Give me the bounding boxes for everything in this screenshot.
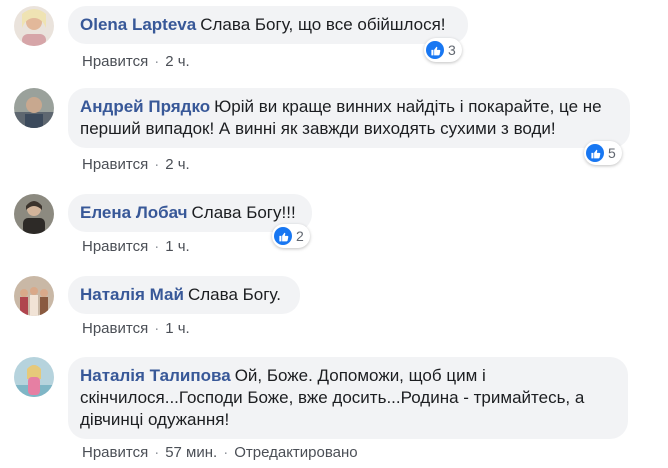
comment-actions: Нравится · 2 ч. bbox=[82, 53, 190, 70]
separator: · bbox=[154, 444, 160, 461]
comment-text: Слава Богу, що все обійшлося! bbox=[200, 15, 446, 34]
comment-author[interactable]: Елена Лобач bbox=[80, 203, 188, 222]
timestamp[interactable]: 1 ч. bbox=[165, 238, 190, 255]
reaction-count[interactable]: 3 bbox=[424, 38, 462, 62]
thumbs-up-icon bbox=[426, 41, 444, 59]
edited-label[interactable]: Отредактировано bbox=[234, 444, 357, 461]
comment-text: Слава Богу!!! bbox=[191, 203, 296, 222]
avatar[interactable] bbox=[14, 88, 54, 128]
comment-actions: Нравится · 1 ч. bbox=[82, 238, 190, 255]
like-link[interactable]: Нравится bbox=[82, 53, 148, 70]
comment-bubble: Наталія Май Слава Богу. bbox=[68, 276, 300, 314]
like-link[interactable]: Нравится bbox=[82, 156, 148, 173]
like-link[interactable]: Нравится bbox=[82, 444, 148, 461]
comment-author[interactable]: Olena Lapteva bbox=[80, 15, 196, 34]
comment-author[interactable]: Наталія Май bbox=[80, 285, 184, 304]
timestamp[interactable]: 1 ч. bbox=[165, 320, 190, 337]
separator: · bbox=[154, 156, 160, 173]
comment-bubble: Наталія Талипова Ой, Боже. Допоможи, щоб … bbox=[68, 357, 628, 439]
comment-bubble: Андрей Прядко Юрій ви краще винних найдіт… bbox=[68, 88, 630, 148]
timestamp[interactable]: 57 мин. bbox=[165, 444, 217, 461]
separator: · bbox=[154, 238, 160, 255]
avatar-photo bbox=[14, 88, 54, 128]
avatar[interactable] bbox=[14, 276, 54, 316]
avatar[interactable] bbox=[14, 6, 54, 46]
avatar-photo bbox=[14, 357, 54, 397]
comment-text: Слава Богу. bbox=[187, 285, 281, 304]
thumbs-up-icon bbox=[274, 227, 292, 245]
avatar[interactable] bbox=[14, 194, 54, 234]
avatar-photo bbox=[14, 6, 54, 46]
comment-author[interactable]: Андрей Прядко bbox=[80, 97, 210, 116]
separator: · bbox=[154, 53, 160, 70]
timestamp[interactable]: 2 ч. bbox=[165, 53, 190, 70]
avatar-photo bbox=[14, 276, 54, 316]
comment-actions: Нравится · 1 ч. bbox=[82, 320, 190, 337]
reaction-number: 3 bbox=[448, 42, 456, 58]
like-link[interactable]: Нравится bbox=[82, 320, 148, 337]
like-link[interactable]: Нравится bbox=[82, 238, 148, 255]
thumbs-up-icon bbox=[586, 144, 604, 162]
reaction-number: 2 bbox=[296, 228, 304, 244]
comment-bubble: Olena Lapteva Слава Богу, що все обійшлос… bbox=[68, 6, 468, 44]
reaction-count[interactable]: 5 bbox=[584, 141, 622, 165]
avatar[interactable] bbox=[14, 357, 54, 397]
reaction-number: 5 bbox=[608, 145, 616, 161]
comment-actions: Нравится · 57 мин. · Отредактировано bbox=[82, 444, 358, 461]
avatar-photo bbox=[14, 194, 54, 234]
separator: · bbox=[223, 444, 229, 461]
separator: · bbox=[154, 320, 160, 337]
reaction-count[interactable]: 2 bbox=[272, 224, 310, 248]
comment-author[interactable]: Наталія Талипова bbox=[80, 366, 231, 385]
comment-actions: Нравится · 2 ч. bbox=[82, 156, 190, 173]
timestamp[interactable]: 2 ч. bbox=[165, 156, 190, 173]
